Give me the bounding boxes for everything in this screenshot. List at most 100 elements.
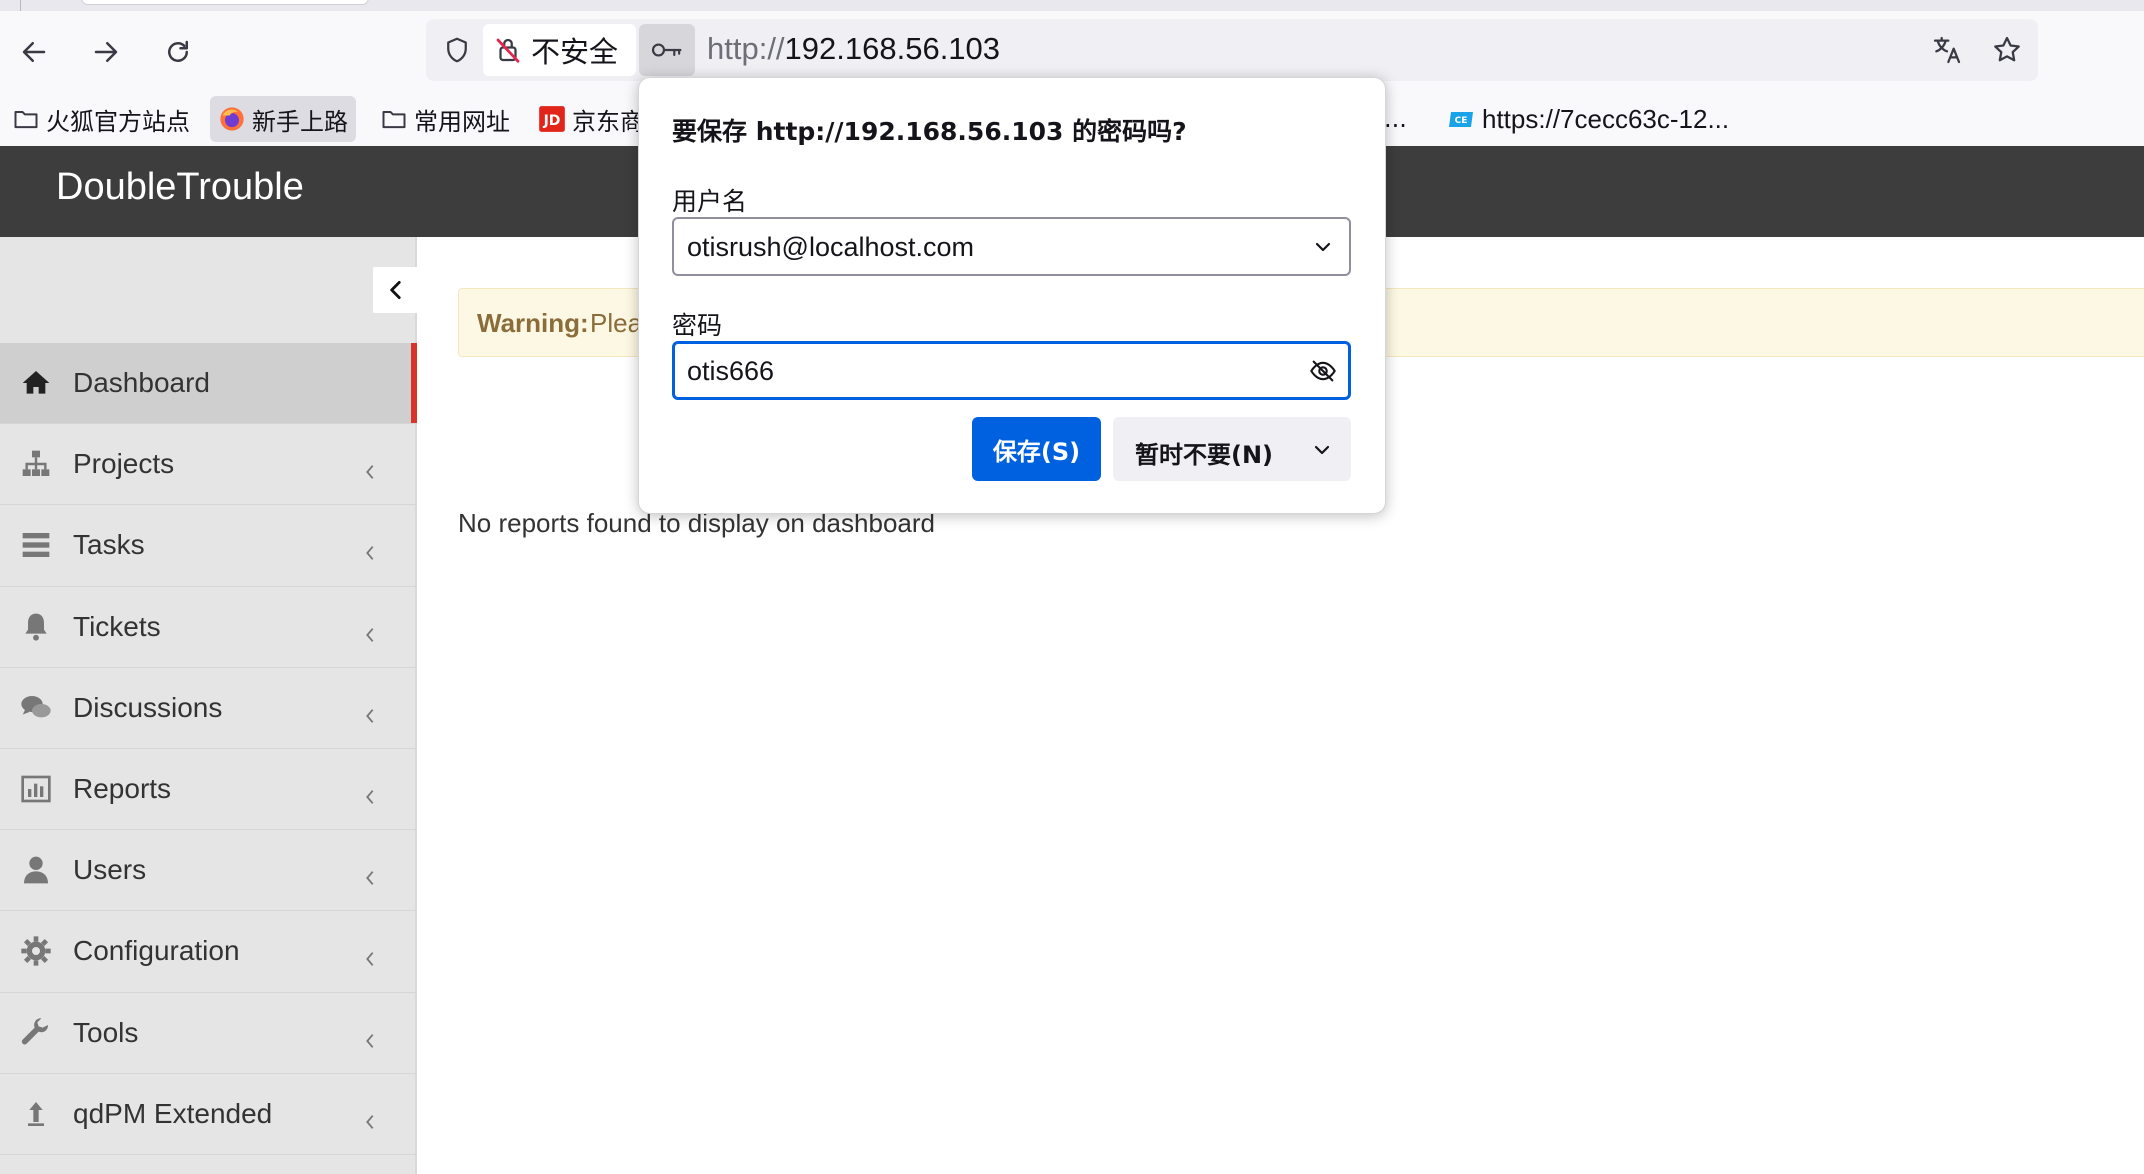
not-now-button[interactable]: 暂时不要(N) — [1113, 417, 1351, 481]
sidebar-item-users[interactable]: Users — [0, 830, 417, 912]
reload-button[interactable] — [156, 30, 200, 74]
back-button[interactable] — [12, 30, 56, 74]
bookmark-label: 常用网址 — [414, 107, 510, 136]
sidebar-item-configuration[interactable]: Configuration — [0, 911, 417, 993]
sidebar-item-projects[interactable]: Projects — [0, 424, 417, 506]
sidebar-item-label: Configuration — [73, 935, 240, 967]
sidebar-item-label: Tasks — [73, 529, 145, 561]
ce-icon: CE — [1448, 105, 1476, 133]
translate-button[interactable] — [1926, 29, 1968, 71]
bookmark-jd[interactable]: JD 京东商 — [530, 96, 652, 142]
sidebar-collapse-button[interactable] — [373, 267, 419, 313]
sidebar-item-label: Tools — [73, 1016, 139, 1048]
chevron-down-icon[interactable] — [1307, 231, 1339, 263]
dialog-title: 要保存 http://192.168.56.103 的密码吗? — [672, 117, 1187, 146]
translate-icon — [1933, 36, 1961, 64]
bookmark-label: https://7cecc63c-12... — [1482, 103, 1730, 134]
connection-insecure-indicator[interactable]: 不安全 — [483, 24, 636, 76]
chevron-left-icon — [360, 945, 380, 973]
sidebar-item-label: Dashboard — [73, 367, 210, 399]
save-password-dialog: 要保存 http://192.168.56.103 的密码吗? 用户名 otis… — [638, 77, 1386, 514]
key-icon — [651, 43, 682, 57]
bookmark-star-button[interactable] — [1986, 29, 2028, 71]
svg-text:CE: CE — [1455, 116, 1468, 126]
bookmark-getting-started[interactable]: 新手上路 — [210, 96, 356, 142]
sidebar-item-label: Users — [73, 854, 147, 886]
sidebar-item-label: Reports — [73, 773, 172, 805]
sidebar-item-label: Discussions — [73, 691, 223, 723]
tab-divider — [20, 0, 21, 11]
app-brand[interactable]: DoubleTrouble — [56, 166, 304, 209]
tasks-icon — [18, 527, 54, 563]
warning-title: Warning: — [477, 308, 589, 338]
forward-arrow-icon — [94, 42, 118, 62]
not-now-label: 暂时不要(N) — [1135, 441, 1274, 469]
home-icon — [18, 365, 54, 401]
username-value: otisrush@localhost.com — [687, 232, 975, 262]
chevron-left-icon — [360, 458, 380, 486]
sidebar-item-discussions[interactable]: Discussions — [0, 668, 417, 749]
chevron-left-icon — [360, 702, 380, 730]
chevron-down-icon[interactable] — [1306, 434, 1338, 466]
bar-chart-icon — [18, 771, 54, 807]
sidebar-item-label: Tickets — [73, 610, 161, 642]
url-text[interactable]: http://192.168.56.103 — [707, 31, 1000, 67]
save-password-button[interactable]: 保存(S) — [972, 417, 1101, 481]
bookmark-label: 火狐官方站点 — [46, 107, 190, 136]
bookmark-firefox-official[interactable]: 火狐官方站点 — [4, 96, 198, 142]
bookmark-label: ... — [1384, 105, 1407, 133]
chevron-left-icon — [360, 864, 380, 892]
password-label: 密码 — [672, 311, 723, 340]
svg-text:JD: JD — [543, 113, 561, 129]
sidebar-item-tasks[interactable]: Tasks — [0, 505, 417, 587]
gear-icon — [18, 933, 54, 969]
reload-icon — [168, 40, 188, 62]
bookmark-label: 京东商 — [572, 107, 644, 136]
upload-arrow-icon — [18, 1096, 54, 1132]
bookmark-ce-link[interactable]: CE https://7cecc63c-12... — [1440, 96, 1737, 142]
sitemap-icon — [18, 446, 54, 482]
user-icon — [18, 852, 54, 888]
chevron-left-icon — [360, 1027, 380, 1055]
firefox-icon — [218, 105, 246, 133]
url-bar[interactable]: 不安全 http://192.168.56.103 — [426, 19, 2038, 81]
back-arrow-icon — [22, 42, 46, 62]
bookmark-common-sites[interactable]: 常用网址 — [372, 96, 518, 142]
warning-text: Plea — [590, 308, 643, 338]
sidebar-item-qdpm-extended[interactable]: qdPM Extended — [0, 1074, 417, 1155]
wrench-icon — [18, 1015, 54, 1051]
sidebar-item-dashboard[interactable]: Dashboard — [0, 343, 417, 425]
insecure-lock-icon — [496, 38, 520, 63]
sidebar-item-tickets[interactable]: Tickets — [0, 587, 417, 668]
chevron-left-icon — [360, 539, 380, 567]
insecure-label: 不安全 — [531, 35, 619, 69]
username-label: 用户名 — [672, 187, 748, 216]
sidebar-item-label: Projects — [73, 448, 175, 480]
sidebar-item-reports[interactable]: Reports — [0, 749, 417, 831]
chevron-left-icon — [390, 281, 401, 299]
chevron-left-icon — [360, 1108, 380, 1136]
chevron-left-icon — [360, 621, 380, 649]
sidebar-item-tools[interactable]: Tools — [0, 993, 417, 1074]
url-host: 192.168.56.103 — [784, 31, 1001, 66]
active-tab[interactable] — [82, 0, 368, 4]
comments-icon — [18, 690, 54, 726]
shield-icon — [447, 37, 467, 63]
password-value: otis666 — [687, 356, 775, 386]
url-protocol: http:// — [707, 31, 785, 66]
password-key-button[interactable] — [639, 24, 695, 76]
bookmark-label: 新手上路 — [252, 107, 348, 136]
bell-icon — [18, 609, 54, 645]
star-icon — [1994, 36, 2020, 62]
tab-strip — [0, 0, 2144, 11]
password-field[interactable]: otis666 — [672, 341, 1351, 400]
sidebar-item-label: qdPM Extended — [73, 1097, 273, 1129]
folder-icon — [380, 105, 408, 133]
tracking-protection-button[interactable] — [436, 29, 478, 71]
eye-slash-icon[interactable] — [1307, 355, 1339, 387]
folder-icon — [12, 105, 40, 133]
forward-button[interactable] — [84, 30, 128, 74]
sidebar: Dashboard Projects Tasks Tickets Discuss… — [0, 237, 419, 1174]
username-field[interactable]: otisrush@localhost.com — [672, 217, 1351, 276]
sidebar-menu: Dashboard Projects Tasks Tickets Discuss… — [0, 343, 417, 1155]
